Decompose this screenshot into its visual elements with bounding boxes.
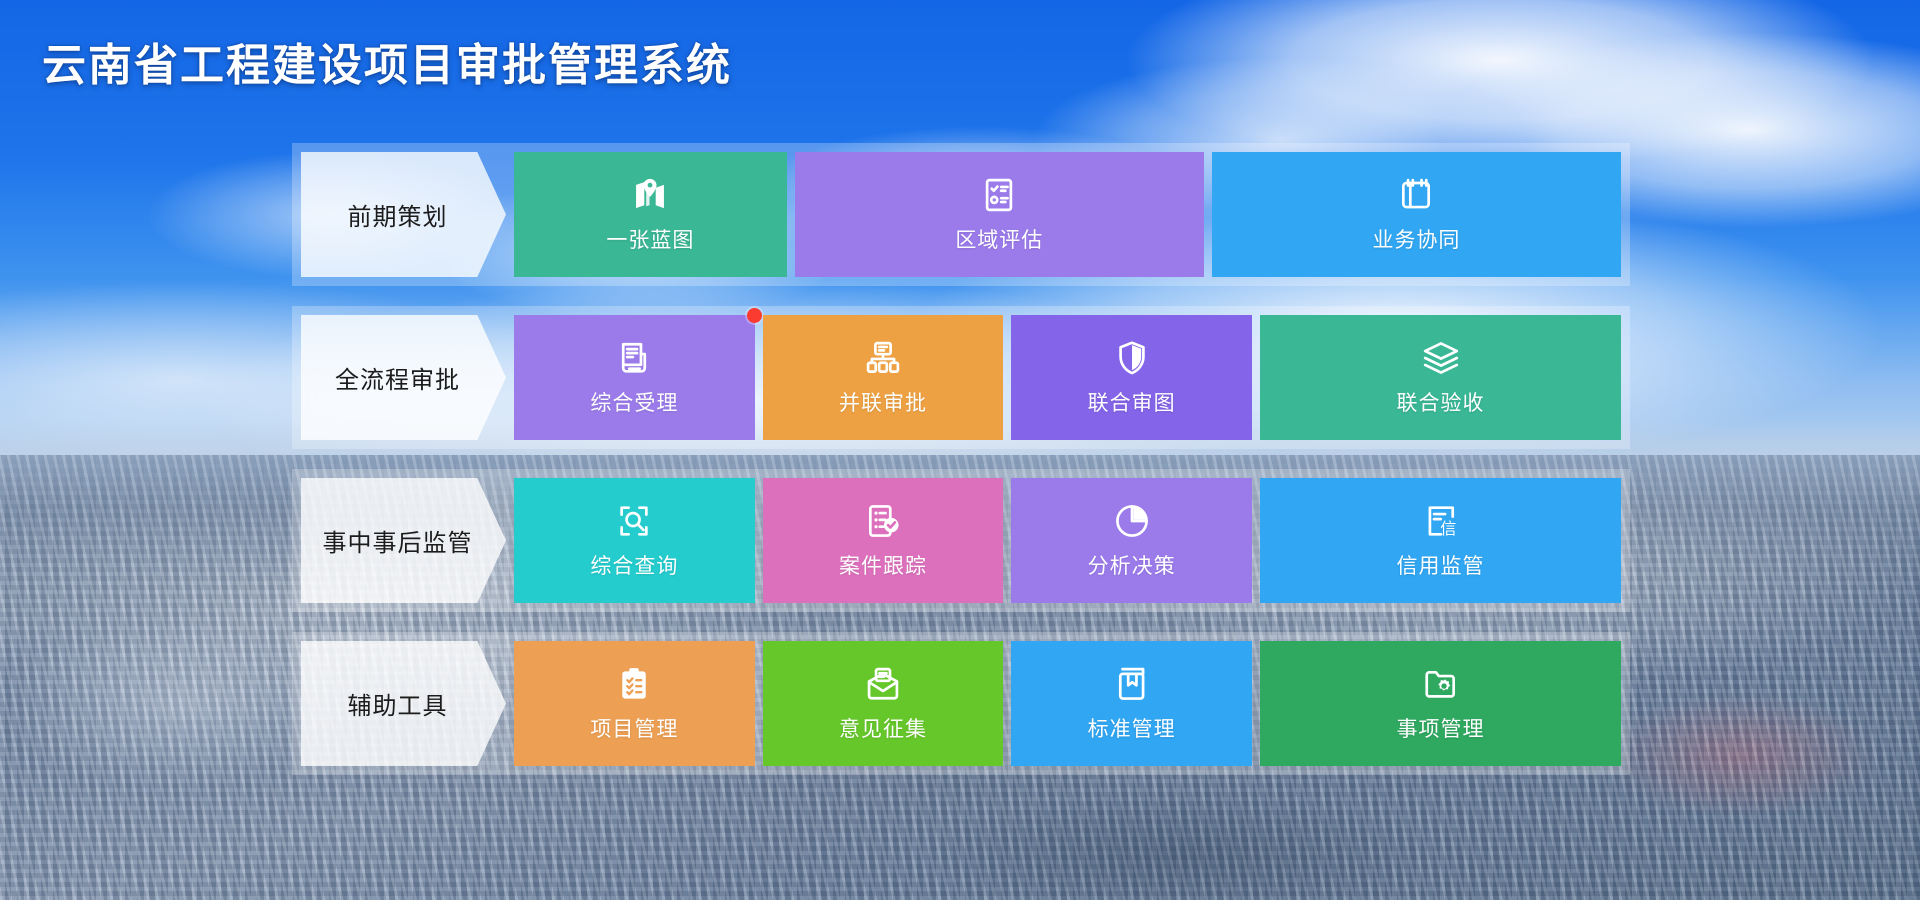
module-card-label: 联合验收 [1396, 391, 1485, 415]
module-row: 事中事后监管 综合查询 案件跟踪 分析决策 信信用监管 [292, 469, 1630, 612]
module-card-label: 标准管理 [1087, 717, 1176, 741]
module-card[interactable]: 业务协同 [1211, 152, 1621, 277]
module-card[interactable]: 区域评估 [794, 152, 1204, 277]
org-chart-icon [864, 339, 902, 377]
folder-gear-icon [1422, 665, 1460, 703]
book-icon [1113, 665, 1151, 703]
row-label-text: 全流程审批 [335, 367, 460, 394]
notification-dot [746, 308, 762, 323]
module-row: 全流程审批 综合受理 并联审批 联合审图 联合验收 [292, 306, 1630, 449]
module-row: 辅助工具 项目管理 意见征集 标准管理 事项管理 [292, 632, 1630, 775]
row-label-3: 辅助工具 [301, 641, 506, 766]
module-card[interactable]: 信信用监管 [1260, 478, 1622, 603]
module-card-label: 联合审图 [1087, 391, 1176, 415]
checklist-icon [980, 176, 1018, 214]
module-card[interactable]: 并联审批 [762, 315, 1004, 440]
module-card[interactable]: 案件跟踪 [762, 478, 1004, 603]
module-card-label: 并联审批 [839, 391, 927, 415]
pie-chart-icon [1113, 502, 1151, 540]
module-row: 前期策划 一张蓝图 区域评估 业务协同 [292, 143, 1630, 286]
module-card[interactable]: 项目管理 [514, 641, 755, 766]
app-root: 云南省工程建设项目审批管理系统 前期策划 一张蓝图 区域评估 业务协同 全流程审批 综合受… [0, 0, 1920, 900]
row-cards: 综合受理 并联审批 联合审图 联合验收 [514, 308, 1622, 440]
row-label-text: 辅助工具 [347, 693, 448, 720]
row-label-2: 事中事后监管 [301, 478, 506, 603]
module-card-label: 综合受理 [590, 391, 679, 415]
module-card-label: 案件跟踪 [839, 554, 927, 578]
module-card-label: 信用监管 [1396, 554, 1485, 578]
clipboard-icon [615, 665, 653, 703]
shield-icon [1113, 339, 1151, 377]
module-card[interactable]: 意见征集 [762, 641, 1004, 766]
module-card[interactable]: 联合验收 [1260, 315, 1622, 440]
page-title: 云南省工程建设项目审批管理系统 [42, 41, 732, 90]
module-card-label: 意见征集 [839, 717, 927, 741]
module-card[interactable]: 事项管理 [1260, 641, 1622, 766]
module-card-label: 综合查询 [590, 554, 679, 578]
module-card[interactable]: 综合查询 [514, 478, 755, 603]
module-card-label: 分析决策 [1087, 554, 1176, 578]
module-card[interactable]: 标准管理 [1011, 641, 1253, 766]
receipt-icon [615, 339, 653, 377]
row-label-0: 前期策划 [301, 152, 506, 277]
row-label-text: 前期策划 [347, 204, 448, 231]
row-label-1: 全流程审批 [301, 315, 506, 440]
row-label-text: 事中事后监管 [322, 530, 473, 557]
search-doc-icon [615, 502, 653, 540]
svg-text:信: 信 [1440, 518, 1456, 537]
case-track-icon [864, 502, 902, 540]
module-rows: 前期策划 一张蓝图 区域评估 业务协同 全流程审批 综合受理 并联审批 联合审图 联合验收 事中事… [292, 143, 1630, 775]
module-card-label: 项目管理 [590, 717, 679, 741]
module-card-label: 一张蓝图 [606, 228, 695, 252]
layers-icon [1422, 339, 1460, 377]
module-card[interactable]: 一张蓝图 [514, 152, 787, 277]
module-card-label: 业务协同 [1372, 228, 1461, 252]
map-pin-icon [631, 176, 669, 214]
module-card-label: 区域评估 [955, 228, 1044, 252]
envelope-icon [864, 665, 902, 703]
module-card[interactable]: 综合受理 [514, 308, 762, 440]
module-card[interactable]: 分析决策 [1011, 478, 1253, 603]
module-card-label: 事项管理 [1396, 717, 1485, 741]
row-cards: 综合查询 案件跟踪 分析决策 信信用监管 [514, 478, 1622, 603]
row-cards: 一张蓝图 区域评估 业务协同 [514, 152, 1621, 277]
book-open-icon [1397, 176, 1435, 214]
credit-doc-icon: 信 [1422, 502, 1460, 540]
row-cards: 项目管理 意见征集 标准管理 事项管理 [514, 641, 1622, 766]
module-card[interactable]: 联合审图 [1011, 315, 1253, 440]
